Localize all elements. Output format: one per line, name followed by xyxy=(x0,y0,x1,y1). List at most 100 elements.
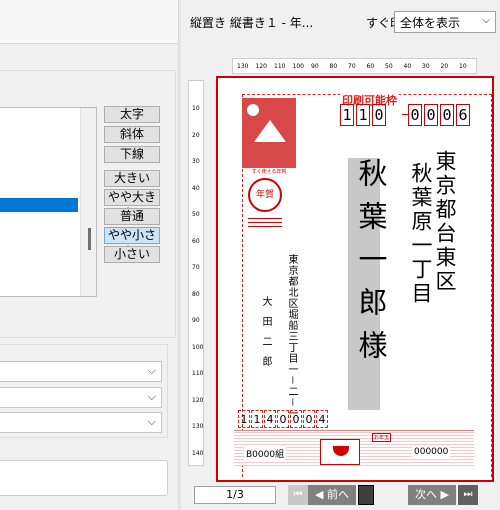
lottery-number: 000000 xyxy=(412,447,451,457)
bottom-panel-box[interactable] xyxy=(0,460,168,496)
nenga-line xyxy=(248,218,282,219)
stamp-caption: すぐ使える年賀 xyxy=(251,169,287,175)
sender-postal-digit[interactable]: 1 xyxy=(251,410,263,428)
size-normal-button[interactable]: 普通 xyxy=(104,208,160,225)
postal-digit[interactable]: 0 xyxy=(440,104,454,126)
option-dropdown-1[interactable]: ⌵ xyxy=(0,361,162,382)
nenga-line xyxy=(248,226,282,227)
ruler-tick-label: 80 xyxy=(192,290,200,298)
ruler-tick-label: 50 xyxy=(385,63,393,70)
sender-postal-digit[interactable]: 0 xyxy=(277,410,289,428)
italic-button[interactable]: 斜体 xyxy=(104,126,160,143)
ruler-tick-label: 20 xyxy=(440,63,449,70)
sun-icon xyxy=(247,104,259,116)
mountain-icon xyxy=(254,120,286,142)
ruler-tick-label: 100 xyxy=(192,343,204,351)
nenga-line xyxy=(248,222,282,223)
ruler-tick-label: 120 xyxy=(192,396,204,404)
ruler-tick-label: 90 xyxy=(192,317,200,324)
last-page-icon: ⏭ xyxy=(463,489,473,500)
ruler-tick-label: 70 xyxy=(348,63,356,70)
left-toolbar xyxy=(0,0,178,44)
underline-button[interactable]: 下線 xyxy=(104,146,160,163)
next-label: 次へ xyxy=(415,488,438,501)
prev-page-button[interactable]: ◀ 前へ xyxy=(308,485,356,505)
chevron-down-icon: ⌵ xyxy=(482,15,490,26)
last-page-button[interactable]: ⏭ xyxy=(458,485,478,505)
lottery-strip: B0000組 お年玉 000000 xyxy=(234,430,474,466)
ruler-tick-label: 10 xyxy=(192,105,200,112)
prev-label: 前へ xyxy=(326,488,349,501)
ruler-tick-label: 40 xyxy=(192,184,200,192)
size-large-button[interactable]: 大きい xyxy=(104,170,160,187)
postal-digit[interactable]: 0 xyxy=(372,104,386,126)
first-page-icon: ⏮ xyxy=(293,489,303,500)
first-page-button[interactable]: ⏮ xyxy=(288,485,308,505)
preview-header: 縦置き 縦書き１ - 年... すぐ印刷 全体を表示 ⌵ xyxy=(182,0,500,44)
postal-digit[interactable]: 1 xyxy=(340,104,354,126)
ruler-tick-label: 40 xyxy=(403,63,412,70)
recipient-name[interactable]: 秋葉一郎様 xyxy=(350,158,392,373)
postal-digit[interactable]: 1 xyxy=(356,104,370,126)
chevron-down-icon: ⌵ xyxy=(147,415,156,428)
vertical-ruler: 10 20 30 40 50 60 70 80 90 100 110 120 130 140 xyxy=(188,80,204,466)
ruler-tick-label: 100 xyxy=(292,63,304,70)
view-select[interactable]: 全体を表示 ⌵ xyxy=(394,11,496,33)
size-slider-indicator xyxy=(88,228,91,250)
ruler-tick-label: 60 xyxy=(192,237,200,245)
document-title: 縦置き 縦書き１ - 年... xyxy=(190,16,314,30)
sender-postal-digit[interactable]: 0 xyxy=(303,410,315,428)
postal-digit[interactable]: 0 xyxy=(424,104,438,126)
left-panel: 太字 斜体 下線 大きい やや大きい 普通 やや小さい 小さい ⌵ ⌵ ⌵ xyxy=(0,0,178,510)
sender-postal-digit[interactable]: 4 xyxy=(264,410,276,428)
ruler-tick-label: 110 xyxy=(274,63,286,70)
font-list-selected-item[interactable] xyxy=(0,198,78,212)
postcard-preview[interactable]: 印刷可能枠 すぐ使える年賀 年賀 1 1 0 0 0 0 6 東京都台東区 秋葉… xyxy=(216,76,494,482)
app-window: 太字 斜体 下線 大きい やや大きい 普通 やや小さい 小さい ⌵ ⌵ ⌵ 縦置… xyxy=(0,0,500,510)
prev-icon: ◀ xyxy=(315,488,324,501)
next-page-button[interactable]: 次へ ▶ xyxy=(408,485,456,505)
page-indicator: 1/3 xyxy=(194,486,276,504)
horizontal-ruler: 130 120 110 100 90 80 70 60 50 40 30 20 10 xyxy=(232,58,477,74)
font-list[interactable] xyxy=(0,107,97,297)
view-select-value: 全体を表示 xyxy=(400,16,461,30)
ruler-tick-label: 120 xyxy=(255,63,267,70)
stamp-fuji-icon xyxy=(242,98,296,168)
ruler-tick-label: 140 xyxy=(192,449,204,457)
bold-button[interactable]: 太字 xyxy=(104,106,160,123)
lottery-emblem xyxy=(320,439,360,465)
lottery-tag: お年玉 xyxy=(372,433,392,442)
ruler-tick-label: 90 xyxy=(311,63,319,70)
option-dropdown-3[interactable]: ⌵ xyxy=(0,412,162,433)
ruler-tick-label: 30 xyxy=(422,63,430,70)
postal-digit[interactable]: 0 xyxy=(408,104,422,126)
ruler-tick-label: 10 xyxy=(459,63,467,70)
sender-postal-digit[interactable]: 4 xyxy=(316,410,328,428)
ruler-tick-label: 70 xyxy=(192,264,200,271)
size-slightly-large-button[interactable]: やや大きい xyxy=(104,189,160,219)
page-slider-thumb[interactable] xyxy=(358,485,374,505)
ruler-tick-label: 130 xyxy=(237,63,249,70)
ruler-tick-label: 60 xyxy=(366,63,375,70)
ruler-tick-label: 80 xyxy=(329,63,338,70)
chevron-down-icon: ⌵ xyxy=(147,364,156,377)
size-slightly-small-button[interactable]: やや小さい xyxy=(104,227,160,257)
treasure-boat-icon xyxy=(333,446,349,456)
sender-address[interactable]: 東京都北区堀船三丁目一－二－一 xyxy=(284,254,299,419)
size-small-button[interactable]: 小さい xyxy=(104,246,160,263)
nenga-mark: 年賀 xyxy=(248,178,282,212)
sender-postal-digit[interactable]: 0 xyxy=(290,410,302,428)
font-list-scrollbar[interactable] xyxy=(80,108,96,296)
panel-splitter[interactable] xyxy=(178,0,181,510)
ruler-tick-label: 20 xyxy=(192,131,200,139)
lottery-group-number: B0000組 xyxy=(244,447,287,460)
ruler-tick-label: 130 xyxy=(192,423,204,430)
option-dropdown-2[interactable]: ⌵ xyxy=(0,387,162,408)
postal-digit[interactable]: 6 xyxy=(456,104,470,126)
recipient-address-line2[interactable]: 秋葉原一丁目 xyxy=(406,162,436,306)
ruler-tick-label: 50 xyxy=(192,211,200,218)
ruler-tick-label: 110 xyxy=(192,370,204,377)
sender-name[interactable]: 大田二郎 xyxy=(258,296,273,376)
chevron-down-icon: ⌵ xyxy=(147,390,156,403)
sender-postal-digit[interactable]: 1 xyxy=(238,410,250,428)
